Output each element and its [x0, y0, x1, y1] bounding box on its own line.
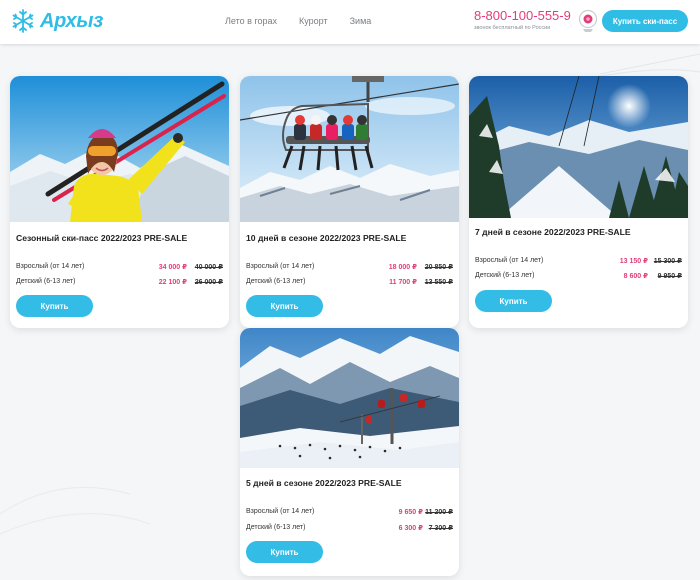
- child-old-price: 26 000 ₽: [194, 279, 223, 286]
- child-old-price: 9 950 ₽: [657, 273, 682, 280]
- child-price: 22 100 ₽: [158, 279, 187, 286]
- card-title: 5 дней в сезоне 2022/2023 PRE-SALE: [246, 478, 402, 488]
- adult-price: 18 000 ₽: [388, 264, 417, 271]
- skier-woman-photo: [10, 76, 229, 222]
- nav-item-summer[interactable]: Лето в горах: [225, 16, 277, 26]
- adult-label: Взрослый (от 14 лет): [246, 508, 315, 515]
- logo-text: Архыз: [40, 9, 104, 32]
- nav-item-winter[interactable]: Зима: [350, 16, 372, 26]
- phone-note: звонок бесплатный по России: [474, 25, 551, 31]
- ski-slope-gondola-photo: [240, 328, 459, 468]
- adult-old-price: 15 300 ₽: [653, 258, 682, 265]
- child-price: 6 300 ₽: [398, 525, 423, 532]
- buy-button[interactable]: Купить: [246, 541, 323, 563]
- product-card: 5 дней в сезоне 2022/2023 PRE-SALE Взрос…: [240, 328, 459, 576]
- buy-skipass-button[interactable]: Купить ски-пасс: [602, 10, 688, 32]
- adult-old-price: 20 850 ₽: [424, 264, 453, 271]
- child-label: Детский (6-13 лет): [475, 272, 535, 279]
- buy-button[interactable]: Купить: [246, 295, 323, 317]
- adult-label: Взрослый (от 14 лет): [475, 257, 544, 264]
- phone-block: 8-800-100-555-9 звонок бесплатный по Рос…: [474, 9, 574, 32]
- adult-old-price: 11 200 ₽: [425, 509, 453, 516]
- adult-label: Взрослый (от 14 лет): [246, 263, 315, 270]
- card-title: 10 дней в сезоне 2022/2023 PRE-SALE: [246, 233, 407, 243]
- child-label: Детский (6-13 лет): [246, 278, 306, 285]
- buy-button[interactable]: Купить: [475, 290, 552, 312]
- child-price: 11 700 ₽: [389, 279, 417, 286]
- child-price: 8 600 ₽: [623, 273, 648, 280]
- adult-price: 9 650 ₽: [398, 509, 423, 516]
- child-label: Детский (6-13 лет): [246, 524, 306, 531]
- adult-price: 13 150 ₽: [619, 258, 648, 265]
- product-card: 10 дней в сезоне 2022/2023 PRE-SALE Взро…: [240, 76, 459, 328]
- phone-number[interactable]: 8-800-100-555-9: [474, 9, 574, 23]
- snowy-forest-photo: [469, 76, 688, 218]
- site-header: Архыз Лето в горах Курорт Зима 8-800-100…: [0, 0, 700, 44]
- adult-label: Взрослый (от 14 лет): [16, 263, 85, 270]
- main-nav: Лето в горах Курорт Зима: [225, 16, 393, 26]
- chairlift-photo: [240, 76, 459, 222]
- nav-item-resort[interactable]: Курорт: [299, 16, 328, 26]
- logo[interactable]: Архыз: [10, 8, 103, 34]
- product-card: Сезонный ски-пасс 2022/2023 PRE-SALE Взр…: [10, 76, 229, 328]
- snowflake-logo-icon: [12, 9, 34, 33]
- adult-old-price: 40 000 ₽: [194, 264, 223, 271]
- child-label: Детский (6-13 лет): [16, 278, 76, 285]
- card-title: 7 дней в сезоне 2022/2023 PRE-SALE: [475, 227, 631, 237]
- child-old-price: 13 550 ₽: [424, 279, 453, 286]
- child-old-price: 7 300 ₽: [428, 525, 453, 532]
- webcam-icon[interactable]: [578, 9, 598, 33]
- product-card: 7 дней в сезоне 2022/2023 PRE-SALE Взрос…: [469, 76, 688, 328]
- buy-button[interactable]: Купить: [16, 295, 93, 317]
- adult-price: 34 000 ₽: [158, 264, 187, 271]
- card-title: Сезонный ски-пасс 2022/2023 PRE-SALE: [16, 233, 188, 243]
